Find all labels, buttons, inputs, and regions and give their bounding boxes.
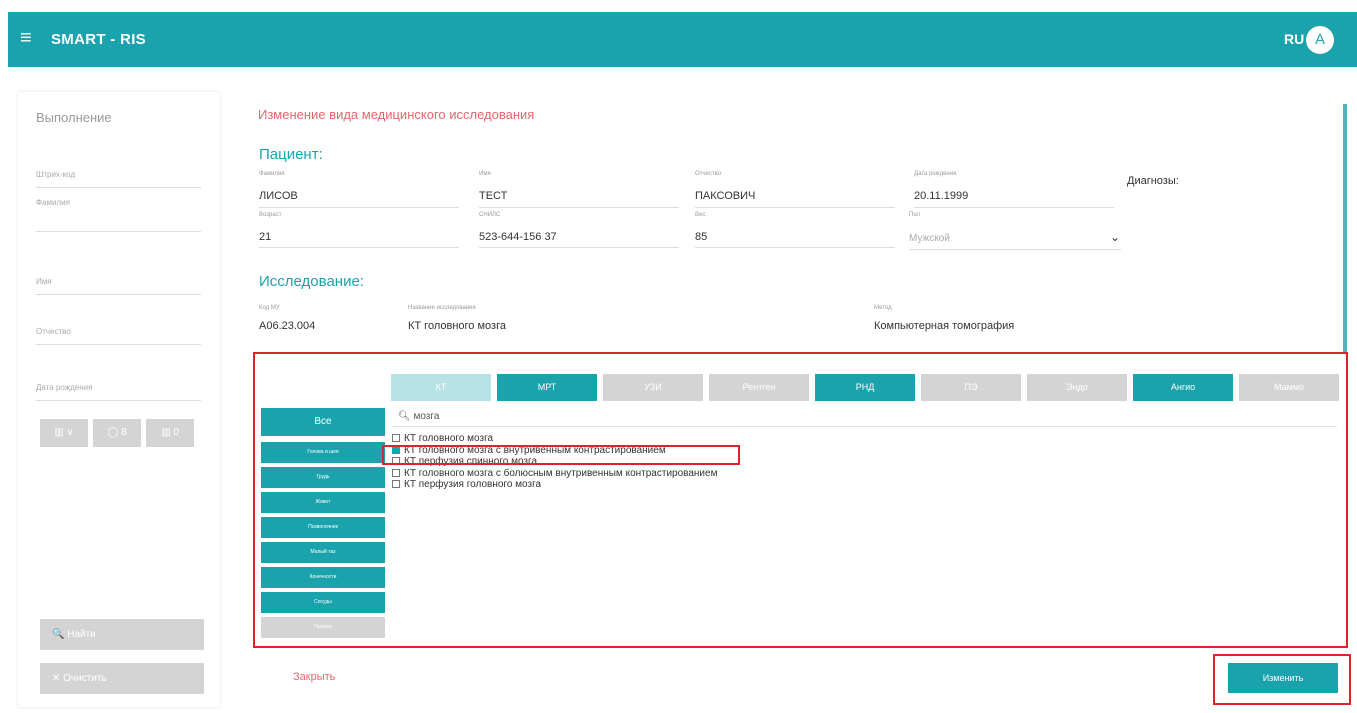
tab-mammo[interactable]: Маммо <box>1239 374 1339 401</box>
page-title: Изменение вида медицинского исследования <box>258 107 535 122</box>
study-method-label: Метод <box>874 305 892 311</box>
list-item-label: КТ перфузия головного мозга <box>404 479 542 490</box>
list-item-label: КТ головного мозга <box>404 433 494 444</box>
tab-rentgen[interactable]: Рентген <box>709 374 809 401</box>
barcode-field[interactable]: Штрих-код <box>36 170 201 188</box>
search-icon: 🔍︎ <box>398 411 411 422</box>
search-value: мозга <box>413 411 440 422</box>
category-item[interactable]: Прочее <box>261 617 385 638</box>
chevron-down-icon[interactable]: ⌄ <box>1110 230 1120 244</box>
tab-angio[interactable]: Ангио <box>1133 374 1233 401</box>
firstname-value[interactable]: ТЕСТ <box>479 190 507 202</box>
category-list: Все Голова и шея Грудь Живот Позвоночник… <box>261 408 385 642</box>
snils-value[interactable]: 523-644-156 37 <box>479 231 557 243</box>
age-label: Возраст <box>259 212 282 218</box>
age-value[interactable]: 21 <box>259 231 271 243</box>
selected-item-highlight <box>382 445 740 465</box>
sex-select[interactable]: Мужской <box>909 233 950 244</box>
tab-kt[interactable]: КТ <box>391 374 491 401</box>
app-title: SMART - RIS <box>51 31 146 48</box>
menu-icon[interactable]: ≡ <box>20 26 32 50</box>
tab-rnd[interactable]: РНД <box>815 374 915 401</box>
birthdate-label: Дата рождения <box>914 171 957 177</box>
scrollbar[interactable] <box>1343 104 1347 352</box>
study-name-label: Название исследования <box>408 305 476 311</box>
checkbox[interactable] <box>392 468 400 477</box>
tool-button-1[interactable]: ▥ ∨ <box>40 419 88 447</box>
checkbox[interactable] <box>392 480 400 488</box>
weight-label: Вес <box>695 212 706 218</box>
more-menu-icon[interactable]: ⋮ <box>1351 28 1357 49</box>
patient-heading: Пациент: <box>259 146 323 163</box>
category-all[interactable]: Все <box>261 408 385 436</box>
category-item[interactable]: Грудь <box>261 467 385 488</box>
checkbox[interactable] <box>392 434 400 442</box>
list-item[interactable]: КТ головного мозга <box>392 433 717 445</box>
study-code-value: A06.23.004 <box>259 320 316 332</box>
list-item[interactable]: КТ головного мозга с болюсным внутривенн… <box>392 468 717 480</box>
birthdate-value[interactable]: 20.11.1999 <box>914 190 968 202</box>
sidebar-tools: ▥ ∨ ◯ 8 ▥ 0 <box>40 419 194 447</box>
study-selector-panel: КТ МРТ УЗИ Рентген РНД ПЭ Эндо Ангио Мам… <box>253 352 1348 648</box>
category-item[interactable]: Позвоночник <box>261 517 385 538</box>
snils-label: СНИЛС <box>479 212 501 218</box>
sex-label: Пол <box>909 212 921 218</box>
category-item[interactable]: Конечности <box>261 567 385 588</box>
list-item-label: КТ головного мозга с болюсным внутривенн… <box>404 467 718 479</box>
middlename-label: Отчество <box>695 171 722 177</box>
tab-pe[interactable]: ПЭ <box>921 374 1021 401</box>
category-item[interactable]: Малый таз <box>261 542 385 563</box>
close-button[interactable]: Закрыть <box>293 671 335 683</box>
tab-endo[interactable]: Эндо <box>1027 374 1127 401</box>
study-name-value: КТ головного мозга <box>408 320 506 332</box>
lastname-label: Фамилия <box>259 171 285 177</box>
lastname-field[interactable]: Фамилия <box>36 198 201 232</box>
tab-uzi[interactable]: УЗИ <box>603 374 703 401</box>
lastname-value[interactable]: ЛИСОВ <box>259 190 298 202</box>
modality-tabs: КТ МРТ УЗИ Рентген РНД ПЭ Эндо Ангио Мам… <box>391 374 1339 401</box>
clear-button[interactable]: ✕ Очистить <box>40 663 204 694</box>
apply-button[interactable]: Изменить <box>1228 663 1338 693</box>
sidebar-heading: Выполнение <box>36 110 112 125</box>
middlename-value[interactable]: ПАКСОВИЧ <box>695 190 755 202</box>
category-item[interactable]: Живот <box>261 492 385 513</box>
category-item[interactable]: Голова и шея <box>261 442 385 463</box>
avatar[interactable]: A <box>1306 26 1334 54</box>
firstname-field[interactable]: Имя <box>36 277 201 295</box>
study-search-input[interactable]: 🔍︎ мозга <box>392 407 1337 427</box>
birthdate-field[interactable]: Дата рождения <box>36 383 201 401</box>
top-app-bar: ≡ SMART - RIS RU A ⋮ <box>8 12 1357 67</box>
search-sidebar: Выполнение Штрих-код Фамилия Имя Отчеств… <box>18 92 220 707</box>
tool-button-2[interactable]: ◯ 8 <box>93 419 141 447</box>
middlename-field[interactable]: Отчество <box>36 327 201 345</box>
weight-value[interactable]: 85 <box>695 231 707 243</box>
language-switch[interactable]: RU <box>1284 31 1304 47</box>
tool-button-3[interactable]: ▥ 0 <box>146 419 194 447</box>
category-item[interactable]: Сосуды <box>261 592 385 613</box>
find-button[interactable]: 🔍 Найти <box>40 619 204 650</box>
list-item[interactable]: КТ перфузия головного мозга <box>392 479 717 491</box>
study-heading: Исследование: <box>259 273 364 290</box>
study-code-label: Код МУ <box>259 305 280 311</box>
firstname-label: Имя <box>479 171 491 177</box>
study-method-value: Компьютерная томография <box>874 320 1015 332</box>
tab-mrt[interactable]: МРТ <box>497 374 597 401</box>
diagnoses-label: Диагнозы: <box>1127 175 1179 187</box>
